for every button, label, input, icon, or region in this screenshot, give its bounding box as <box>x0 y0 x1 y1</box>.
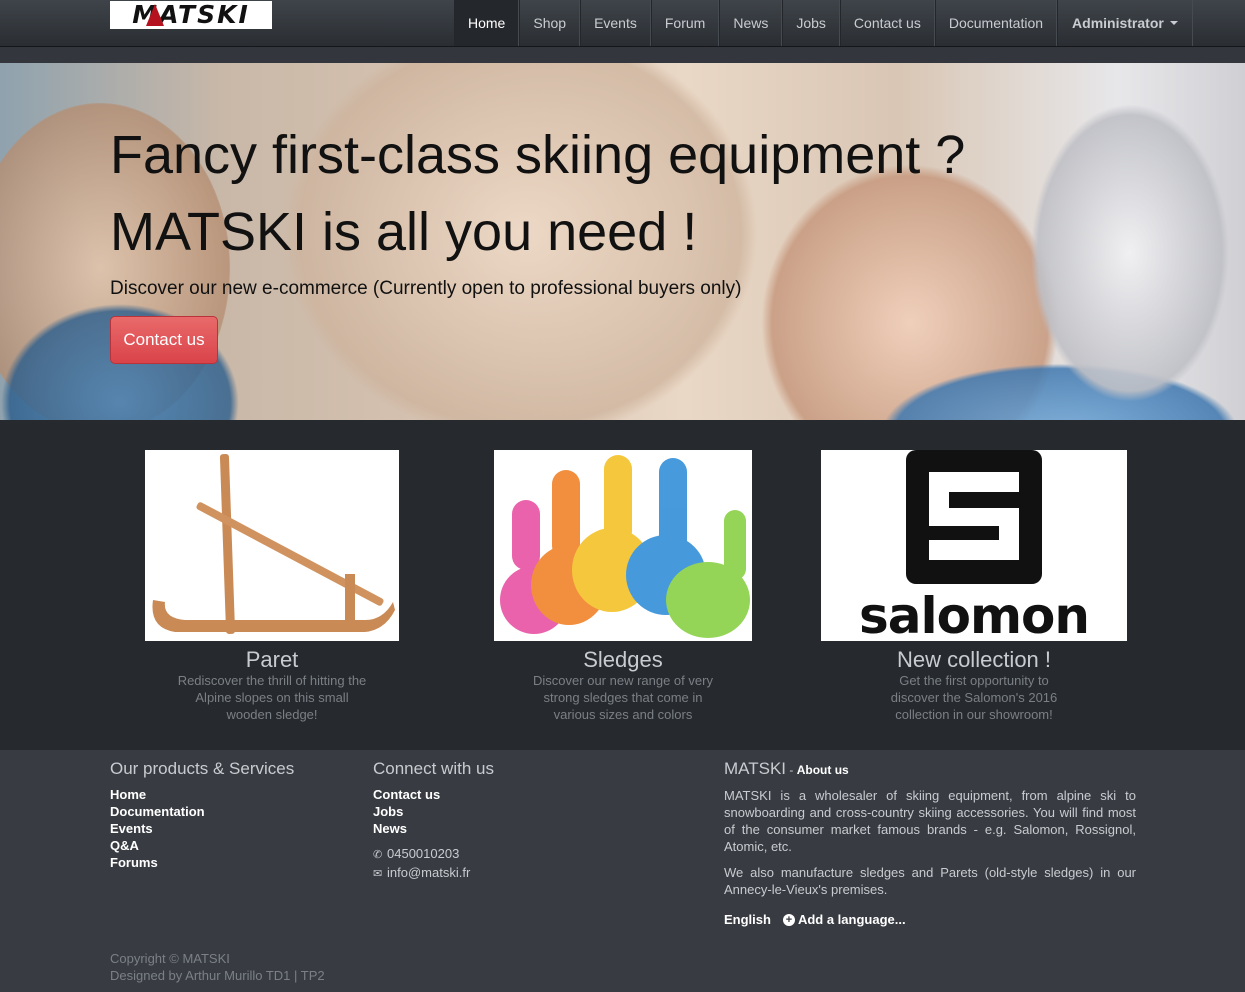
nav-shop[interactable]: Shop <box>519 0 581 46</box>
footer-email-address[interactable]: info@matski.fr <box>387 865 470 880</box>
caret-down-icon <box>1169 21 1178 25</box>
hero-heading-line2: MATSKI is all you need ! <box>110 202 698 262</box>
salomon-wordmark: salomon <box>858 587 1090 641</box>
footer-connect-title: Connect with us <box>373 759 494 778</box>
hero-subtext: Discover our new e-commerce (Currently o… <box>110 278 742 299</box>
footer-about-paragraph2: We also manufacture sledges and Parets (… <box>724 865 1136 897</box>
feature-title-new-collection[interactable]: New collection ! <box>821 648 1127 672</box>
add-language-link[interactable]: Add a language... <box>798 912 906 927</box>
language-english[interactable]: English <box>724 912 771 927</box>
language-switcher: English + Add a language... <box>724 912 1136 927</box>
footer-link-forums[interactable]: Forums <box>110 854 294 871</box>
footer-link-qa[interactable]: Q&A <box>110 837 294 854</box>
nav-documentation[interactable]: Documentation <box>934 0 1058 46</box>
footer-connect-column: Connect with us Contact us Jobs News ✆ 04… <box>373 759 494 883</box>
feature-title-sledges[interactable]: Sledges <box>494 648 752 672</box>
footer-email[interactable]: ✉ info@matski.fr <box>373 864 494 883</box>
footer-link-jobs[interactable]: Jobs <box>373 803 494 820</box>
main-nav: Home Shop Events Forum News Jobs Contact… <box>454 0 1193 46</box>
footer-link-documentation[interactable]: Documentation <box>110 803 294 820</box>
footer-phone-number: 0450010203 <box>387 846 460 861</box>
nav-home[interactable]: Home <box>454 0 520 46</box>
hero-heading-line1: Fancy first-class skiing equipment ? <box>110 125 966 185</box>
footer-about-brand: MATSKI <box>724 759 787 778</box>
envelope-icon: ✉ <box>373 868 383 880</box>
footer-link-contact-us[interactable]: Contact us <box>373 786 494 803</box>
mountain-logo-icon <box>146 4 164 26</box>
copyright-text: Copyright © MATSKI <box>110 951 230 966</box>
feature-card-paret: Paret Rediscover the thrill of hitting t… <box>145 450 399 723</box>
paret-sledge-illustration <box>152 453 395 634</box>
copyright-block: Copyright © MATSKI Designed by Arthur Mu… <box>110 950 325 984</box>
footer-about-column: MATSKI - About us MATSKI is a wholesaler… <box>724 759 1136 927</box>
sledges-image[interactable] <box>494 450 752 641</box>
feature-card-new-collection: salomon New collection ! Get the first o… <box>821 450 1127 723</box>
footer-products-title: Our products & Services <box>110 759 295 778</box>
phone-icon: ✆ <box>373 849 383 861</box>
footer-products-column: Our products & Services Home Documentati… <box>110 759 294 871</box>
footer-about-title: MATSKI - About us <box>724 759 1136 780</box>
hero-photo-far-right <box>1030 103 1230 403</box>
feature-title-paret[interactable]: Paret <box>145 648 399 672</box>
nav-jobs[interactable]: Jobs <box>782 0 840 46</box>
admin-dropdown-label: Administrator <box>1072 15 1164 31</box>
nav-forum[interactable]: Forum <box>650 0 720 46</box>
footer-link-events[interactable]: Events <box>110 820 294 837</box>
nav-news[interactable]: News <box>719 0 783 46</box>
feature-text-paret: Rediscover the thrill of hitting the Alp… <box>177 673 367 722</box>
admin-dropdown[interactable]: Administrator <box>1057 0 1193 46</box>
feature-card-sledges: Sledges Discover our new range of very s… <box>494 450 752 723</box>
footer-about-paragraph1: MATSKI is a wholesaler of skiing equipme… <box>724 788 1136 854</box>
plus-circle-icon: + <box>782 913 795 926</box>
nav-events[interactable]: Events <box>580 0 651 46</box>
feature-text-new-collection: Get the first opportunity to discover th… <box>890 673 1058 722</box>
designed-by-text: Designed by Arthur Murillo TD1 | TP2 <box>110 968 325 983</box>
footer-link-home[interactable]: Home <box>110 786 294 803</box>
matski-logo[interactable]: MATSKI <box>110 1 272 29</box>
salomon-logo-image[interactable]: salomon <box>821 450 1127 641</box>
footer-about-separator: - <box>786 763 797 777</box>
top-navbar: MATSKI Home Shop Events Forum News Jobs … <box>0 0 1245 47</box>
hero-contact-button[interactable]: Contact us <box>110 316 218 364</box>
feature-text-sledges: Discover our new range of very strong sl… <box>533 673 713 722</box>
nav-contact-us[interactable]: Contact us <box>839 0 935 46</box>
footer-phone: ✆ 0450010203 <box>373 845 494 864</box>
features-section: Paret Rediscover the thrill of hitting t… <box>0 420 1245 750</box>
footer: Our products & Services Home Documentati… <box>0 750 1245 992</box>
hero-banner: Fancy first-class skiing equipment ? MAT… <box>0 63 1245 420</box>
paret-image[interactable] <box>145 450 399 641</box>
colorful-sledges-illustration <box>500 455 750 638</box>
footer-link-news[interactable]: News <box>373 820 494 837</box>
footer-about-subtitle: About us <box>796 763 849 777</box>
